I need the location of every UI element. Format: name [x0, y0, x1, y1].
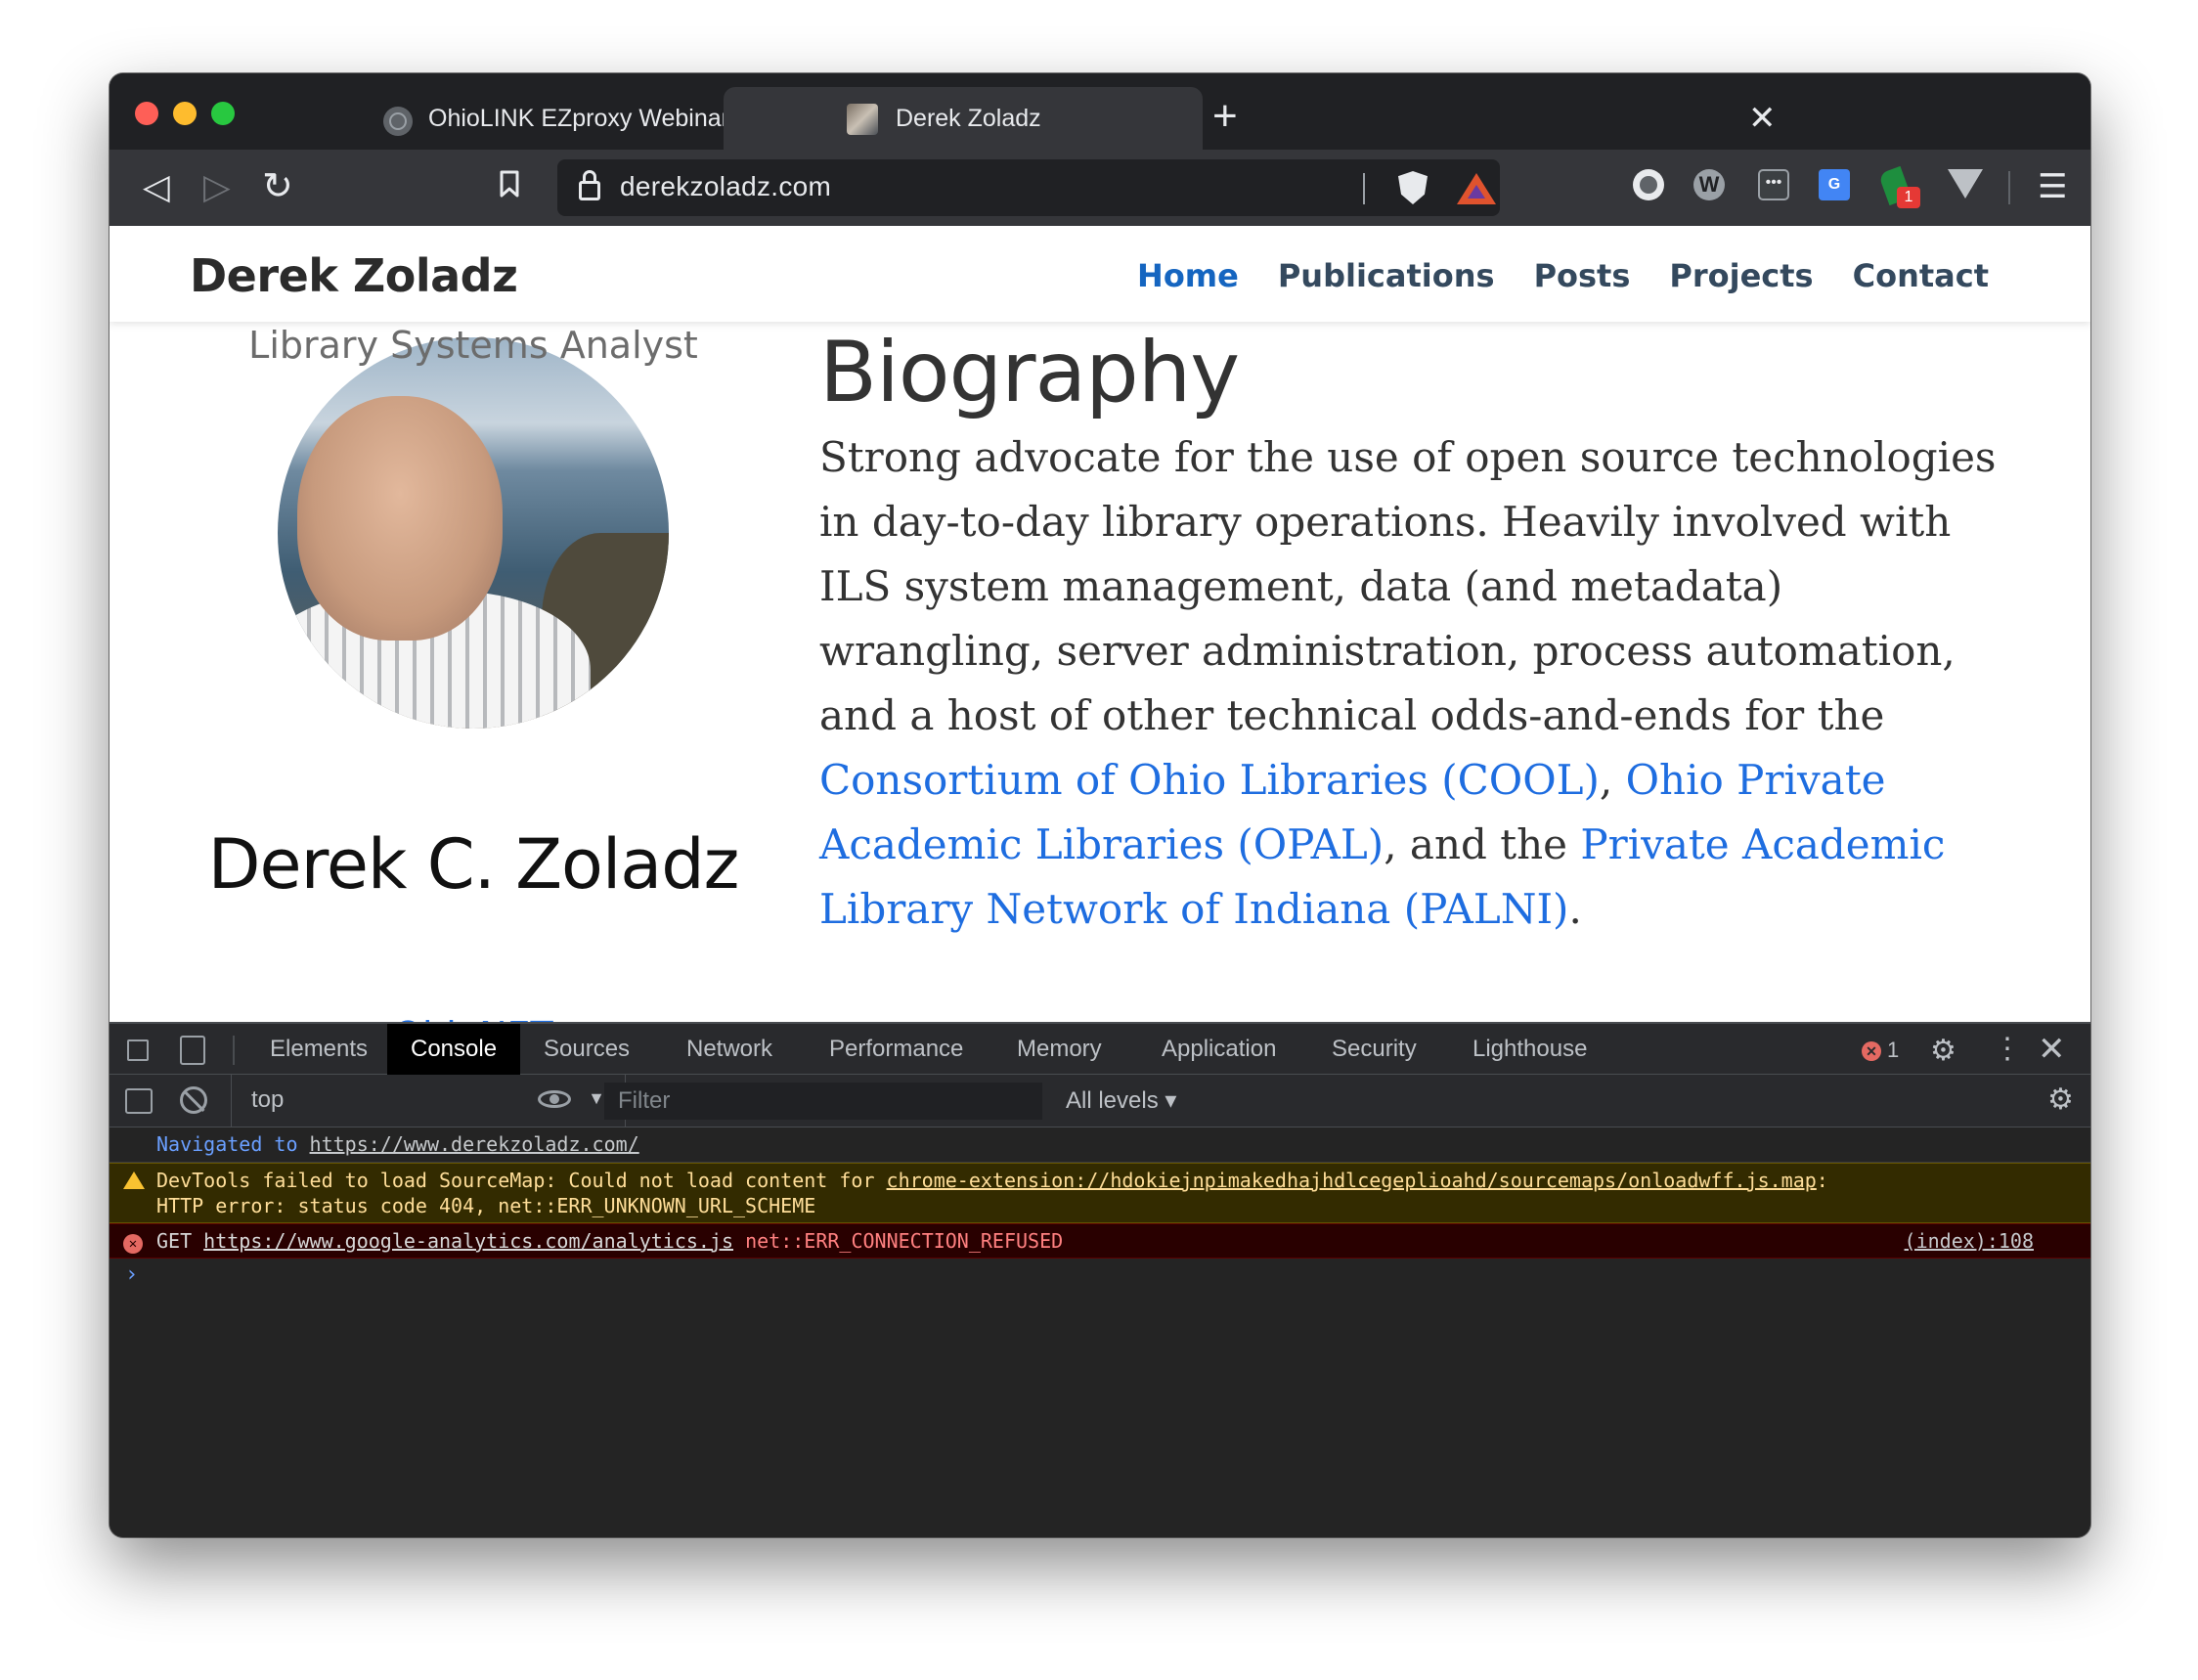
console-message-error: ✕ GET https://www.google-analytics.com/a…: [110, 1223, 2090, 1259]
site-favicon-icon: [847, 104, 878, 135]
tab-application[interactable]: Application: [1138, 1024, 1299, 1075]
tab-console[interactable]: Console: [387, 1024, 521, 1075]
lock-icon[interactable]: [579, 170, 600, 200]
bio-text-segment: .: [1568, 885, 1582, 933]
globe-icon: [383, 107, 413, 136]
site-nav-links: Home Publications Posts Projects Contact: [1137, 257, 1989, 294]
translate-icon[interactable]: G: [1819, 169, 1850, 200]
sourcemap-url-link[interactable]: chrome-extension://hdokiejnpimakedhajhdl…: [887, 1169, 1817, 1192]
nav-home[interactable]: Home: [1137, 257, 1239, 294]
back-arrow-icon[interactable]: ◁: [143, 167, 170, 206]
error-icon: ✕: [123, 1234, 143, 1254]
bio-text-segment: ,: [1599, 756, 1626, 804]
error-icon: ✕: [1862, 1041, 1881, 1061]
close-window-button[interactable]: [135, 102, 158, 125]
tab-elements[interactable]: Elements: [246, 1024, 391, 1075]
console-message-warning: DevTools failed to load SourceMap: Could…: [110, 1163, 2090, 1223]
navigated-url-link[interactable]: https://www.derekzoladz.com/: [310, 1132, 639, 1156]
browser-toolbar: ◁ ▷ ↻ derekzoladz.com W ••• G 1 ☰: [110, 150, 2090, 226]
devtools-panel: Elements Console Sources Network Perform…: [110, 1022, 2090, 1537]
url-text[interactable]: derekzoladz.com: [620, 171, 831, 202]
profile-org-link[interactable]: OhioNET: [110, 1014, 837, 1022]
message-text: Navigated to: [156, 1132, 310, 1156]
devtools-close-icon[interactable]: ✕: [2038, 1030, 2066, 1069]
error-count-badge[interactable]: ✕ 1: [1862, 1038, 1899, 1063]
minimize-window-button[interactable]: [173, 102, 197, 125]
page-title: Biography: [819, 324, 1240, 421]
chevron-down-icon: ▼: [588, 1088, 605, 1108]
address-bar-divider: [1363, 173, 1365, 204]
devtools-divider: [233, 1036, 235, 1065]
prompt-chevron-icon: ›: [125, 1262, 139, 1287]
message-text: net::ERR_CONNECTION_REFUSED: [733, 1229, 1064, 1253]
inspect-element-icon[interactable]: [127, 1039, 149, 1061]
nav-posts[interactable]: Posts: [1534, 257, 1631, 294]
profile-name: Derek C. Zoladz: [207, 824, 740, 905]
console-settings-gear-icon[interactable]: ⚙: [2047, 1083, 2074, 1117]
message-text: DevTools failed to load SourceMap: Could…: [156, 1169, 887, 1192]
devtools-tabbar: Elements Console Sources Network Perform…: [110, 1022, 2090, 1075]
hamburger-menu-icon[interactable]: ☰: [2038, 167, 2067, 206]
avatar-face: [297, 396, 503, 641]
message-text: :: [1816, 1169, 1828, 1192]
forward-arrow-icon[interactable]: ▷: [203, 167, 231, 206]
profile-role: Library Systems Analyst: [248, 324, 698, 367]
brave-rewards-icon[interactable]: [1457, 173, 1496, 204]
bio-text-segment: Strong advocate for the use of open sour…: [819, 433, 1997, 739]
device-toolbar-icon[interactable]: [180, 1036, 205, 1065]
v-extension-icon[interactable]: [1948, 169, 1983, 199]
source-location-link[interactable]: (index):108: [1905, 1228, 2034, 1254]
extension-circle-icon[interactable]: [1633, 169, 1664, 200]
bookmark-icon[interactable]: [499, 167, 520, 206]
console-messages: Navigated to https://www.derekzoladz.com…: [110, 1127, 2090, 1294]
message-text: HTTP error: status code 404, net::ERR_UN…: [156, 1194, 816, 1217]
reload-icon[interactable]: ↻: [262, 167, 293, 206]
tab-network[interactable]: Network: [663, 1024, 796, 1075]
toolbar-divider: [2008, 171, 2010, 204]
bio-text-segment: , and the: [1384, 820, 1581, 868]
clear-console-icon[interactable]: [180, 1086, 207, 1114]
error-count: 1: [1887, 1038, 1900, 1062]
console-message-navigation: Navigated to https://www.derekzoladz.com…: [110, 1127, 2090, 1163]
password-manager-icon[interactable]: •••: [1758, 169, 1789, 200]
biography-text: Strong advocate for the use of open sour…: [819, 425, 2012, 942]
tab-memory[interactable]: Memory: [993, 1024, 1125, 1075]
web-page: Derek Zoladz Home Publications Posts Pro…: [110, 226, 2090, 1022]
zoom-window-button[interactable]: [211, 102, 235, 125]
tab-lighthouse[interactable]: Lighthouse: [1449, 1024, 1610, 1075]
nav-publications[interactable]: Publications: [1278, 257, 1495, 294]
tab-strip: OhioLINK EZproxy Webinar ✕ Derek Zoladz …: [110, 73, 2090, 150]
warning-icon: [123, 1172, 145, 1189]
console-filter-input[interactable]: [604, 1083, 1042, 1120]
nav-projects[interactable]: Projects: [1669, 257, 1813, 294]
analytics-url-link[interactable]: https://www.google-analytics.com/analyti…: [203, 1229, 733, 1253]
tab-title: OhioLINK EZproxy Webinar: [428, 105, 729, 132]
browser-window: OhioLINK EZproxy Webinar ✕ Derek Zoladz …: [110, 73, 2090, 1537]
tab-title: Derek Zoladz: [896, 105, 1041, 132]
tab-derek-zoladz[interactable]: Derek Zoladz ✕: [724, 87, 1777, 150]
new-tab-button[interactable]: +: [1212, 93, 1238, 140]
tab-performance[interactable]: Performance: [806, 1024, 987, 1075]
extension-w-icon[interactable]: W: [1693, 169, 1725, 200]
nav-contact[interactable]: Contact: [1853, 257, 1989, 294]
brave-shields-icon[interactable]: [1398, 171, 1428, 204]
tab-close-icon[interactable]: ✕: [1748, 99, 1777, 138]
settings-gear-icon[interactable]: ⚙: [1930, 1034, 1956, 1068]
avatar: [278, 337, 669, 729]
console-sidebar-icon[interactable]: [125, 1088, 153, 1114]
request-method: GET: [156, 1229, 204, 1253]
log-levels-dropdown[interactable]: All levels ▾: [1066, 1086, 1176, 1115]
live-expression-eye-icon[interactable]: [538, 1086, 571, 1112]
profile-card: Derek C. Zoladz Library Systems Analyst …: [110, 226, 837, 1022]
tab-sources[interactable]: Sources: [520, 1024, 653, 1075]
tab-security[interactable]: Security: [1308, 1024, 1440, 1075]
extension-badge: 1: [1897, 187, 1920, 208]
console-toolbar: top ▼ All levels ▾ ⚙: [110, 1075, 2090, 1127]
link-cool[interactable]: Consortium of Ohio Libraries (COOL): [819, 756, 1600, 804]
more-options-icon[interactable]: ⋮: [1993, 1032, 2022, 1066]
context-value: top: [251, 1086, 285, 1113]
console-prompt[interactable]: ›: [110, 1259, 2090, 1294]
address-bar[interactable]: derekzoladz.com: [557, 159, 1500, 216]
